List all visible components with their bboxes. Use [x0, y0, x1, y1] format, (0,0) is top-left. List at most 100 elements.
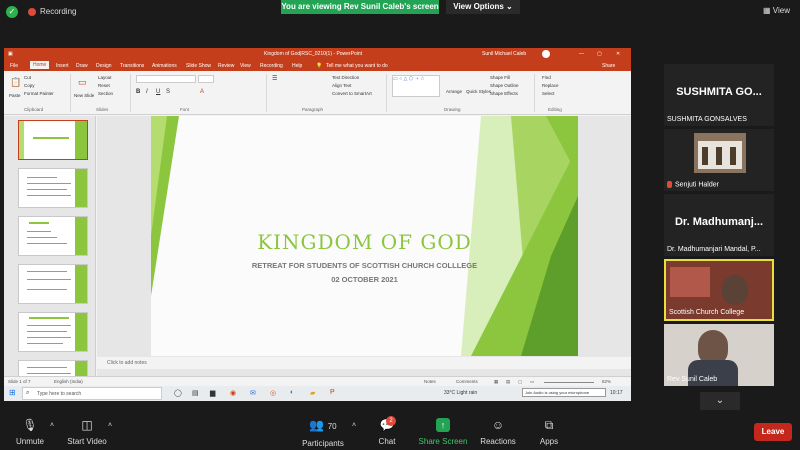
share-button[interactable]: Share	[602, 63, 615, 69]
slideshow-icon[interactable]: ▭	[530, 379, 534, 385]
tab-slide-show[interactable]: Slide Show	[186, 63, 211, 69]
tab-review[interactable]: Review	[218, 63, 234, 69]
notes-pane[interactable]: Click to add notes	[97, 357, 631, 369]
new-slide-button[interactable]: New Slide	[74, 93, 94, 98]
tab-animations[interactable]: Animations	[152, 63, 177, 69]
mail-icon[interactable]: ✉	[250, 389, 256, 397]
participants-button[interactable]: 👥 70 Participants	[300, 418, 346, 448]
shield-icon[interactable]: ✓	[6, 6, 18, 18]
close-icon[interactable]: ✕	[616, 51, 620, 57]
zoom-slider[interactable]	[544, 382, 594, 383]
chrome-icon[interactable]: ◎	[270, 389, 276, 397]
shape-effects-button[interactable]: Shape Effects	[490, 91, 518, 96]
view-options-button[interactable]: View Options ⌄	[446, 0, 520, 14]
paste-icon[interactable]: 📋	[10, 77, 21, 88]
zoom-top-bar: ✓ Recording You are viewing Rev Sunil Ca…	[0, 0, 800, 24]
font-size-select[interactable]	[198, 75, 214, 83]
format-painter-button[interactable]: Format Painter	[24, 91, 54, 96]
clock[interactable]: 10:17	[610, 390, 623, 396]
reset-button[interactable]: Reset	[98, 83, 110, 88]
zoom-level[interactable]: 82%	[602, 379, 611, 384]
maximize-icon[interactable]: ▢	[597, 51, 602, 57]
find-button[interactable]: Find	[542, 75, 551, 80]
apps-button[interactable]: ⧉ Apps	[534, 418, 564, 446]
tab-draw[interactable]: Draw	[76, 63, 88, 69]
chevron-up-icon[interactable]: ˄	[352, 422, 356, 429]
zoom-app-icon[interactable]: ◐	[290, 389, 294, 396]
chevron-up-icon[interactable]: ˄	[108, 422, 112, 429]
shape-fill-button[interactable]: Shape Fill	[490, 75, 510, 80]
convert-smartart-button[interactable]: Convert to SmartArt	[332, 91, 372, 96]
section-button[interactable]: Section	[98, 91, 113, 96]
arrange-button[interactable]: Arrange	[446, 89, 462, 94]
shape-outline-button[interactable]: Shape Outline	[490, 83, 519, 88]
notes-toggle[interactable]: Notes	[424, 379, 436, 384]
font-color-icon[interactable]: A	[200, 89, 204, 95]
paste-button[interactable]: Paste	[9, 93, 21, 98]
normal-view-icon[interactable]: ▦	[494, 379, 498, 385]
powerpoint-taskbar-icon[interactable]: P	[330, 389, 335, 396]
gallery-scroll-down[interactable]: ⌄	[700, 392, 740, 410]
cut-button[interactable]: Cut	[24, 75, 31, 80]
office-icon[interactable]: ◉	[230, 389, 236, 397]
slide-thumbnail[interactable]: 2	[18, 168, 88, 208]
participant-tile[interactable]: Rev Sunil Caleb	[664, 324, 774, 386]
active-speaker-tile[interactable]: Scottish Church College	[664, 259, 774, 321]
shapes-gallery[interactable]: ▭ ○ △ ⬡ ➝ ☆	[392, 75, 440, 97]
view-button[interactable]: ▦ View	[763, 6, 790, 15]
participant-tile[interactable]: Senjuti Halder	[664, 129, 774, 191]
slide-sorter-icon[interactable]: ▤	[506, 379, 510, 385]
italic-icon[interactable]: I	[146, 89, 148, 95]
leave-button[interactable]: Leave	[754, 423, 792, 441]
minimize-icon[interactable]: —	[579, 51, 584, 57]
bullets-icon[interactable]: ☰	[272, 75, 277, 82]
taskbar-app-icon[interactable]: ▤	[192, 389, 199, 397]
thumb-line	[27, 177, 57, 178]
font-name-select[interactable]	[136, 75, 196, 83]
tab-view[interactable]: View	[240, 63, 251, 69]
tab-home[interactable]: Home	[30, 61, 50, 69]
participant-tile[interactable]: SUSHMITA GO... SUSHMITA GONSALVES	[664, 64, 774, 126]
underline-icon[interactable]: U	[156, 89, 160, 95]
tab-file[interactable]: File	[10, 63, 18, 69]
weather-widget[interactable]: 33°C Light rain	[444, 390, 477, 396]
taskbar-search[interactable]: ⌕ Type here to search	[22, 387, 162, 400]
save-icon[interactable]: ▣	[8, 51, 13, 57]
select-button[interactable]: Select	[542, 91, 555, 96]
tab-recording[interactable]: Recording	[260, 63, 283, 69]
reactions-button[interactable]: ☺ Reactions	[480, 418, 516, 446]
unmute-button[interactable]: 🎙 Unmute	[12, 418, 48, 446]
replace-button[interactable]: Replace	[542, 83, 559, 88]
tell-me-search[interactable]: Tell me what you want to do	[326, 63, 388, 69]
folder-icon[interactable]: ▰	[310, 389, 315, 397]
avatar[interactable]	[542, 50, 550, 58]
task-view-icon[interactable]: ◯	[174, 389, 182, 397]
comments-toggle[interactable]: Comments	[456, 379, 478, 384]
chevron-up-icon[interactable]: ˄	[50, 422, 54, 429]
share-screen-button[interactable]: ↑ Share Screen	[418, 418, 468, 446]
copy-button[interactable]: Copy	[24, 83, 35, 88]
chat-button[interactable]: 💬 2 Chat	[372, 416, 402, 446]
reading-view-icon[interactable]: ▢	[518, 379, 522, 385]
start-video-button[interactable]: ◫ Start Video	[62, 418, 112, 446]
slide-thumbnail[interactable]: 5	[18, 312, 88, 352]
participant-tile[interactable]: Dr. Madhumanj... Dr. Madhumanjari Mandal…	[664, 194, 774, 256]
layout-button[interactable]: Layout	[98, 75, 112, 80]
slide-thumbnail[interactable]: 4	[18, 264, 88, 304]
bold-icon[interactable]: B	[136, 89, 140, 95]
slide-thumbnail[interactable]: 1	[18, 120, 88, 160]
tab-design[interactable]: Design	[96, 63, 112, 69]
current-slide[interactable]: KINGDOM OF GOD RETREAT FOR STUDENTS OF S…	[151, 116, 578, 356]
slide-thumbnail[interactable]: 3	[18, 216, 88, 256]
tab-insert[interactable]: Insert	[56, 63, 69, 69]
language-indicator[interactable]: English (India)	[54, 379, 83, 384]
align-text-button[interactable]: Align Text	[332, 83, 351, 88]
tab-help[interactable]: Help	[292, 63, 302, 69]
quick-styles-button[interactable]: Quick Styles	[466, 89, 491, 94]
new-slide-icon[interactable]: ▭	[78, 77, 87, 88]
windows-start-icon[interactable]: ⊞	[9, 388, 16, 397]
tab-transitions[interactable]: Transitions	[120, 63, 144, 69]
strikethrough-icon[interactable]: S	[166, 89, 170, 95]
explorer-icon[interactable]: ▆	[210, 389, 215, 397]
text-direction-button[interactable]: Text Direction	[332, 75, 359, 80]
